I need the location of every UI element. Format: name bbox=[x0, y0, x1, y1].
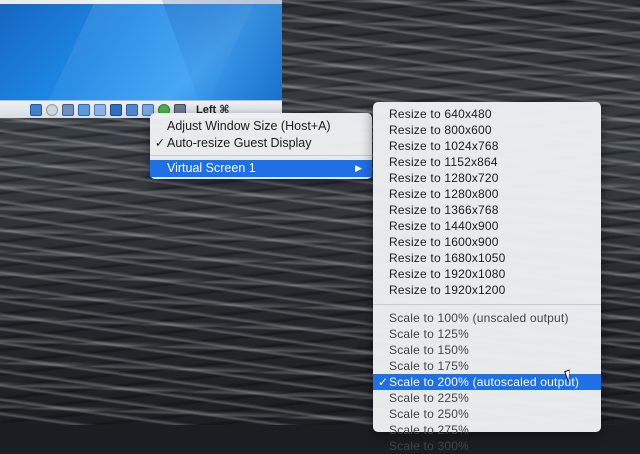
guest-display[interactable] bbox=[0, 0, 282, 100]
menu-item-resize[interactable]: Resize to 1280x800 bbox=[373, 186, 601, 202]
display-icon[interactable] bbox=[110, 103, 122, 116]
menu-item-scale[interactable]: Scale to 275% bbox=[373, 422, 601, 438]
usb-icon[interactable] bbox=[62, 103, 74, 116]
menu-item-scale[interactable]: Scale to 225% bbox=[373, 390, 601, 406]
menu-item-scale[interactable]: Scale to 250% bbox=[373, 406, 601, 422]
menu-item-auto-resize[interactable]: ✓ Auto-resize Guest Display bbox=[150, 135, 372, 152]
virtual-screen-submenu: Resize to 640x480 Resize to 800x600 Resi… bbox=[373, 102, 601, 453]
menu-item-virtual-screen-1[interactable]: Virtual Screen 1 ▶ bbox=[150, 160, 372, 177]
menu-item-resize[interactable]: Resize to 1024x768 bbox=[373, 138, 601, 154]
menu-item-scale[interactable]: Scale to 300% bbox=[373, 438, 601, 454]
menu-item-scale[interactable]: Scale to 100% (unscaled output) bbox=[373, 310, 601, 326]
menu-item-scale[interactable]: Scale to 150% bbox=[373, 342, 601, 358]
submenu-arrow-icon: ▶ bbox=[355, 163, 362, 173]
view-context-menu: Adjust Window Size (Host+A) ✓ Auto-resiz… bbox=[150, 113, 372, 179]
checkmark-icon: ✓ bbox=[154, 135, 166, 150]
menu-item-resize[interactable]: Resize to 1152x864 bbox=[373, 154, 601, 170]
menu-item-resize[interactable]: Resize to 1920x1080 bbox=[373, 266, 601, 282]
video-capture-icon[interactable] bbox=[126, 103, 138, 116]
menu-item-resize[interactable]: Resize to 1440x900 bbox=[373, 218, 601, 234]
menu-item-resize[interactable]: Resize to 1366x768 bbox=[373, 202, 601, 218]
menu-item-resize[interactable]: Resize to 1280x720 bbox=[373, 170, 601, 186]
hard-disk-icon[interactable] bbox=[30, 103, 42, 116]
shared-folders-icon[interactable] bbox=[94, 103, 106, 116]
checkmark-icon: ✓ bbox=[377, 375, 389, 389]
menu-separator bbox=[150, 155, 372, 156]
menu-item-resize[interactable]: Resize to 800x600 bbox=[373, 122, 601, 138]
menu-item-scale[interactable]: Scale to 125% bbox=[373, 326, 601, 342]
menu-item-resize[interactable]: Resize to 1600x900 bbox=[373, 234, 601, 250]
network-icon[interactable] bbox=[78, 103, 90, 116]
menu-item-resize[interactable]: Resize to 1920x1200 bbox=[373, 282, 601, 298]
menu-item-resize[interactable]: Resize to 1680x1050 bbox=[373, 250, 601, 266]
menu-separator bbox=[373, 304, 601, 305]
menu-item-resize[interactable]: Resize to 640x480 bbox=[373, 106, 601, 122]
optical-drive-icon[interactable] bbox=[46, 103, 58, 116]
menu-item-adjust-window-size[interactable]: Adjust Window Size (Host+A) bbox=[150, 118, 372, 135]
